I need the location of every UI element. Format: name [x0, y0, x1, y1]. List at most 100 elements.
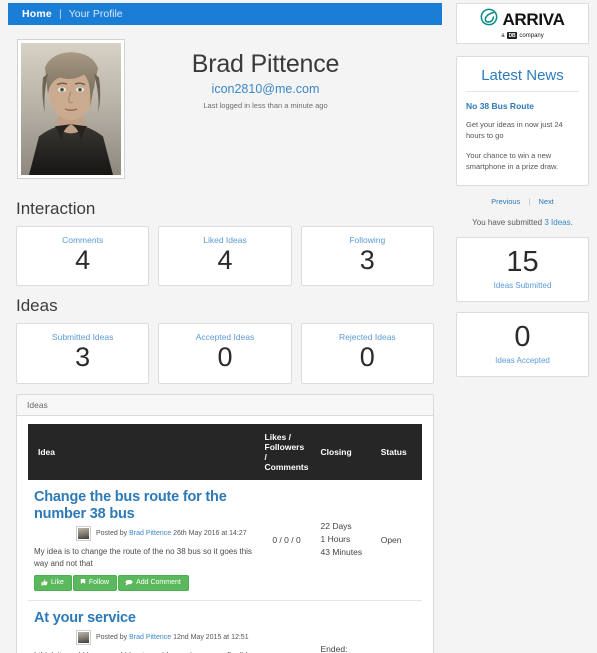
idea-description: My idea is to change the route of the no…	[34, 546, 253, 569]
ideas-panel-header: Ideas	[17, 394, 433, 416]
stat-card-rejected-ideas[interactable]: Rejected Ideas 0	[300, 323, 434, 384]
add-comment-button-label: Add Comment	[136, 579, 181, 587]
author-avatar-icon	[76, 525, 91, 541]
closing-cell: 22 Days 1 Hours 43 Minutes	[314, 479, 375, 602]
db-badge: DB	[506, 32, 518, 39]
author-avatar-icon	[76, 630, 91, 646]
page-title: Brad Pittence	[191, 50, 340, 78]
big-stat-label: Ideas Submitted	[493, 280, 552, 290]
news-pager: Previous | Next	[456, 197, 589, 206]
table-row: Change the bus route for the number 38 b…	[28, 479, 422, 602]
likes-followers-comments-cell: 0 / 0 / 0	[258, 479, 315, 602]
logo-subline: a DB company	[501, 32, 544, 39]
previous-link[interactable]: Previous	[491, 197, 520, 206]
posted-by-line: Posted by Brad Pittence 26th May 2016 at…	[76, 525, 253, 541]
posted-date: 12nd May 2015 at 12:51	[173, 634, 249, 642]
stat-value: 3	[75, 342, 91, 373]
logo-top: ARRIVA	[480, 8, 565, 31]
stat-card-following[interactable]: Following 3	[300, 226, 434, 287]
stat-card-comments[interactable]: Comments 4	[16, 226, 150, 287]
interaction-stats-row: Comments 4 Liked Ideas 4 Following 3	[16, 226, 434, 287]
comment-icon	[125, 579, 133, 586]
stat-label: Submitted Ideas	[51, 332, 114, 343]
profile-last-login: Last logged in less than a minute ago	[203, 100, 328, 110]
breadcrumb-navbar: Home | Your Profile	[8, 3, 442, 25]
idea-action-buttons: Like Follow Add Comment	[34, 575, 253, 592]
idea-description-p1: My idea is to change the route of the no…	[34, 546, 252, 568]
stat-label: Liked Ideas	[203, 235, 247, 245]
ideas-stats-row: Submitted Ideas 3 Accepted Ideas 0 Rejec…	[16, 323, 434, 384]
submitted-note-prefix: You have submitted	[472, 217, 543, 227]
sidebar: ARRIVA a DB company Latest News No 38 Bu…	[456, 3, 589, 377]
stat-card-accepted-ideas[interactable]: Accepted Ideas 0	[158, 323, 292, 384]
column-header-idea: Idea	[28, 423, 259, 480]
status-badge: Open	[374, 479, 422, 602]
ideas-table: Idea Likes / Followers / Comments Closin…	[28, 423, 422, 653]
arriva-logo: ARRIVA a DB company	[456, 3, 589, 44]
likes-followers-comments-cell: 2 / 1 / 1	[258, 600, 315, 653]
stat-label: Accepted Ideas	[195, 332, 255, 343]
author-link[interactable]: Brad Pittence	[129, 530, 171, 537]
submitted-note-suffix: .	[570, 217, 573, 227]
logo-sub-prefix: a	[501, 32, 505, 39]
thumbs-up-icon	[41, 579, 48, 586]
submitted-note-count[interactable]: 3 Ideas	[544, 218, 570, 227]
big-stat-value: 0	[514, 320, 531, 353]
avatar-photo	[21, 43, 121, 175]
idea-cell: Change the bus route for the number 38 b…	[28, 479, 259, 602]
ideas-heading: Ideas	[16, 296, 58, 316]
news-paragraph-1: Get your ideas in now just 24 hours to g…	[466, 120, 563, 140]
posted-by-line: Posted by Brad Pittence 12nd May 2015 at…	[76, 630, 253, 646]
logo-inner: ARRIVA a DB company	[480, 8, 565, 39]
logo-sub-suffix: company	[519, 32, 544, 39]
nav-link-home[interactable]: Home	[22, 8, 52, 20]
status-badge: Closed	[374, 600, 422, 653]
ideas-table-body: Change the bus route for the number 38 b…	[28, 479, 422, 653]
main-content-column: Brad Pittence icon2810@me.com Last logge…	[8, 31, 442, 653]
column-header-status: Status	[374, 423, 422, 480]
posted-date: 26th May 2016 at 14:27	[173, 529, 247, 537]
stat-card-liked-ideas[interactable]: Liked Ideas 4	[158, 226, 292, 287]
big-stat-label: Ideas Accepted	[495, 355, 550, 365]
profile-header: Brad Pittence icon2810@me.com Last logge…	[8, 31, 442, 193]
posted-text: Posted by Brad Pittence 12nd May 2015 at…	[96, 634, 249, 641]
avatar	[17, 39, 125, 179]
ideas-panel-body: Idea Likes / Followers / Comments Closin…	[17, 416, 433, 653]
stat-label: Comments	[62, 235, 104, 245]
submitted-ideas-note: You have submitted 3 Ideas.	[456, 218, 589, 227]
table-header-row: Idea Likes / Followers / Comments Closin…	[28, 423, 422, 480]
page-root: Home | Your Profile Brad Pittence icon28…	[0, 0, 597, 653]
nav-current-page[interactable]: Your Profile	[69, 8, 123, 20]
stat-value: 4	[217, 245, 233, 275]
like-button[interactable]: Like	[34, 575, 72, 592]
posted-prefix: Posted by	[96, 529, 128, 537]
stat-value: 4	[75, 245, 91, 275]
idea-title-link[interactable]: Change the bus route for the number 38 b…	[34, 489, 253, 523]
add-comment-button[interactable]: Add Comment	[118, 575, 189, 592]
ideas-panel: Ideas Idea Likes / Followers / Comments …	[16, 393, 434, 653]
big-stat-ideas-submitted[interactable]: 15 Ideas Submitted	[456, 236, 589, 302]
big-stat-value: 15	[506, 245, 539, 278]
idea-title-link[interactable]: At your service	[34, 610, 253, 627]
stat-label: Rejected Ideas	[338, 332, 396, 343]
ideas-table-head: Idea Likes / Followers / Comments Closin…	[28, 423, 422, 480]
posted-text: Posted by Brad Pittence 26th May 2016 at…	[96, 530, 247, 537]
stat-card-submitted-ideas[interactable]: Submitted Ideas 3	[16, 323, 150, 384]
column-header-likes-followers-comments: Likes / Followers / Comments	[258, 423, 315, 480]
flag-icon	[80, 579, 86, 586]
stat-value: 0	[217, 342, 233, 373]
next-link[interactable]: Next	[538, 197, 553, 206]
logo-wordmark: ARRIVA	[502, 9, 565, 29]
profile-info: Brad Pittence icon2810@me.com Last logge…	[125, 39, 442, 179]
author-link[interactable]: Brad Pittence	[129, 634, 171, 641]
latest-news-title: Latest News	[466, 67, 579, 92]
nav-separator: |	[58, 8, 62, 20]
latest-news-card: Latest News No 38 Bus Route Get your ide…	[456, 56, 589, 186]
stat-label: Following	[349, 235, 386, 245]
stat-value: 0	[359, 342, 375, 373]
profile-email[interactable]: icon2810@me.com	[125, 82, 406, 96]
news-headline-link[interactable]: No 38 Bus Route	[466, 101, 579, 111]
follow-button[interactable]: Follow	[72, 575, 118, 592]
table-row: At your service Posted by Brad Pittence …	[28, 600, 422, 653]
big-stat-ideas-accepted[interactable]: 0 Ideas Accepted	[456, 311, 589, 377]
